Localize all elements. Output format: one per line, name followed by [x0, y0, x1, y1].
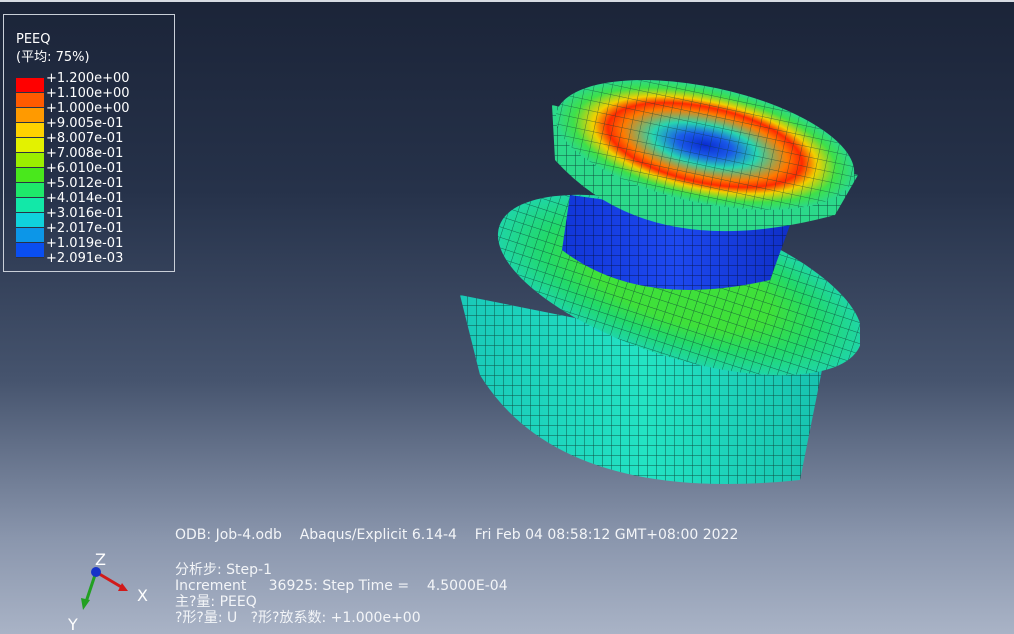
legend-swatch: [16, 198, 44, 213]
fem-model-view[interactable]: [440, 75, 860, 505]
legend-value-label: +4.014e-01: [46, 191, 124, 206]
increment-info-line: Increment 36925: Step Time = 4.5000E-04: [175, 578, 508, 594]
legend-swatch: [16, 108, 44, 123]
legend-swatch: [16, 153, 44, 168]
legend-value-label: +7.008e-01: [46, 146, 124, 161]
legend-value-label: +1.200e+00: [46, 71, 130, 86]
legend-swatch: [16, 78, 44, 93]
legend-value-label: +1.100e+00: [46, 86, 130, 101]
z-axis-label: Z: [95, 550, 106, 569]
legend-value-label: +6.010e-01: [46, 161, 124, 176]
odb-info-line: ODB: Job-4.odb Abaqus/Explicit 6.14-4 Fr…: [175, 527, 739, 543]
legend-value-labels: +1.200e+00 +1.100e+00 +1.000e+00 +9.005e-01…: [46, 71, 130, 266]
viewport-top-border: [0, 0, 1014, 2]
legend-swatch: [16, 123, 44, 138]
legend-value-label: +1.000e+00: [46, 101, 130, 116]
deformed-variable-line: ?形?量: U ?形?放系数: +1.000e+00: [175, 610, 421, 626]
legend-value-label: +2.017e-01: [46, 221, 124, 236]
y-axis-label: Y: [68, 615, 78, 634]
legend-subtitle: (平均: 75%): [16, 50, 90, 65]
legend-title: PEEQ: [16, 32, 51, 47]
legend-swatch: [16, 183, 44, 198]
legend-value-label: +8.007e-01: [46, 131, 124, 146]
x-axis-label: X: [137, 586, 148, 605]
legend-value-label: +1.019e-01: [46, 236, 124, 251]
legend-color-bar: [16, 78, 44, 258]
legend-value-label: +5.012e-01: [46, 176, 124, 191]
step-info-line: 分析步: Step-1: [175, 562, 273, 578]
contour-legend: PEEQ (平均: 75%) +1.200e+00 +1.100e+00 +1.00…: [3, 14, 175, 272]
legend-swatch: [16, 228, 44, 243]
legend-value-label: +9.005e-01: [46, 116, 124, 131]
legend-swatch: [16, 93, 44, 108]
legend-swatch: [16, 138, 44, 153]
legend-swatch: [16, 213, 44, 228]
legend-value-label: +2.091e-03: [46, 251, 124, 266]
primary-variable-line: 主?量: PEEQ: [175, 594, 257, 610]
legend-swatch: [16, 243, 44, 258]
legend-value-label: +3.016e-01: [46, 206, 124, 221]
legend-swatch: [16, 168, 44, 183]
